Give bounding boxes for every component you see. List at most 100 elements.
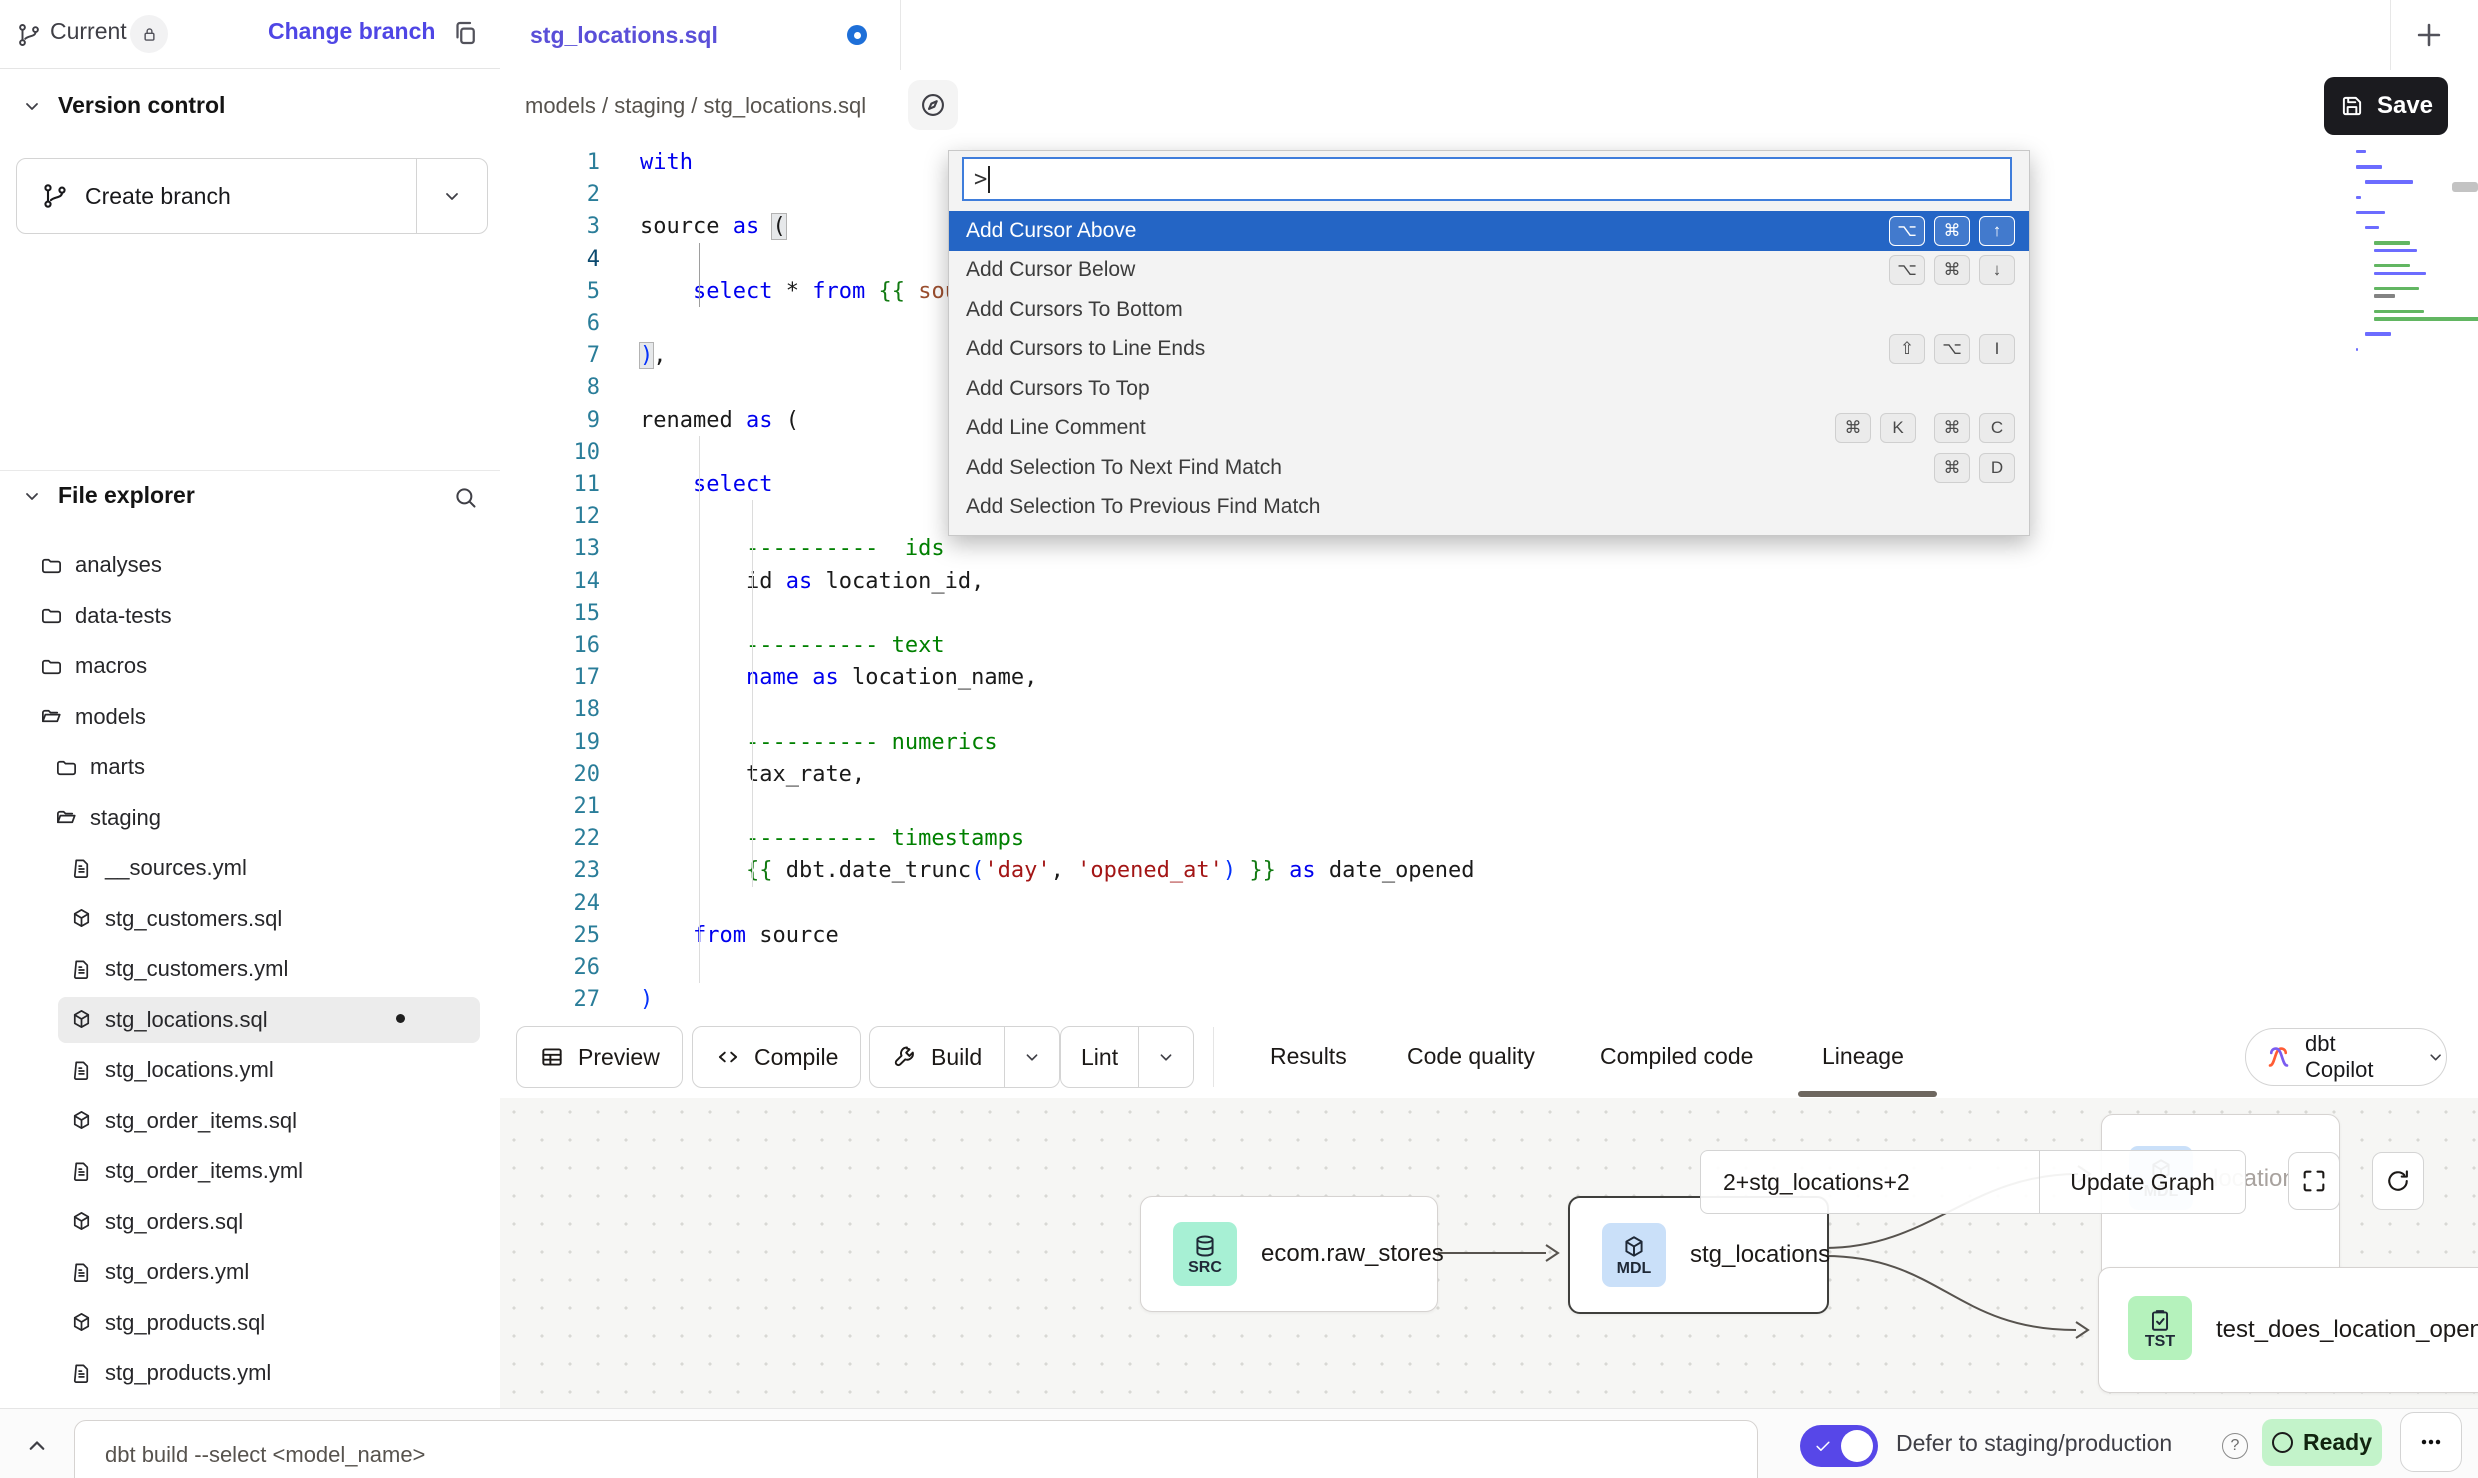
dbt-copilot-button[interactable]: dbt Copilot <box>2245 1028 2447 1086</box>
create-branch-main[interactable]: Create branch <box>17 159 416 233</box>
version-control-header[interactable]: Version control <box>20 92 225 119</box>
change-branch-link[interactable]: Change branch <box>268 18 435 45</box>
palette-item-2[interactable]: Add Cursor Below⌥⌘↓ <box>949 251 2029 291</box>
save-button[interactable]: Save <box>2324 77 2448 135</box>
lint-dropdown[interactable] <box>1138 1027 1193 1087</box>
line-number: 18 <box>500 693 600 726</box>
minimap-line <box>2356 165 2382 168</box>
defer-toggle[interactable] <box>1800 1425 1878 1467</box>
palette-item-9[interactable]: Add Selection To All Find Matches <box>949 527 2029 536</box>
active-tab-underline <box>1798 1091 1937 1097</box>
lineage-selector-bar: 2+stg_locations+2 Update Graph <box>1700 1150 2246 1214</box>
file-row-stg_orders.sql[interactable]: stg_orders.sql <box>0 1197 500 1247</box>
file-row-macros[interactable]: macros <box>0 641 500 691</box>
file-row-stg_locations.yml[interactable]: stg_locations.yml <box>0 1045 500 1095</box>
collapse-panel-icon[interactable] <box>22 1430 52 1460</box>
tab-title: stg_locations.sql <box>530 22 718 49</box>
file-name: stg_locations.sql <box>105 1007 268 1033</box>
results-tab-lineage[interactable]: Lineage <box>1822 1026 1904 1086</box>
keycap: ⌘ <box>1934 255 1970 285</box>
results-tab-code-quality[interactable]: Code quality <box>1407 1026 1535 1086</box>
keycap: K <box>1880 413 1916 443</box>
file-row-marts[interactable]: marts <box>0 742 500 792</box>
navigate-icon-button[interactable] <box>908 80 958 130</box>
line-number: 8 <box>500 371 600 404</box>
code-line-12: 12 <box>500 500 640 533</box>
refresh-icon <box>2384 1167 2412 1195</box>
line-number: 22 <box>500 822 600 855</box>
ready-status-badge[interactable]: Ready <box>2262 1419 2382 1466</box>
lineage-node-test-node[interactable]: TSTtest_does_location_opened_at_trunc_t.… <box>2098 1267 2478 1393</box>
minimap-line <box>2374 317 2478 320</box>
badge-label: MDL <box>1617 1261 1652 1277</box>
compile-button[interactable]: Compile <box>692 1026 861 1088</box>
overflow-menu-button[interactable] <box>2400 1412 2462 1472</box>
code-line-9: 9renamed as ( <box>500 404 799 437</box>
create-branch-label: Create branch <box>85 183 231 210</box>
lint-button[interactable]: Lint <box>1060 1026 1194 1088</box>
file-row-models[interactable]: models <box>0 692 500 742</box>
copy-icon[interactable] <box>450 18 480 48</box>
chevron-down-icon <box>1021 1046 1043 1068</box>
status-ring-icon <box>2272 1432 2293 1453</box>
file-name: stg_products.yml <box>105 1360 271 1386</box>
code-line-13: 13 ---------- ids <box>500 532 945 565</box>
shortcut-keys: ⌘D <box>1934 453 2015 483</box>
lineage-canvas[interactable]: SRCecom.raw_storesMDLstg_locationsMDLloc… <box>500 1098 2478 1408</box>
keycap: ⌥ <box>1889 255 1925 285</box>
build-button[interactable]: Build <box>869 1026 1060 1088</box>
lineage-selector-input[interactable]: 2+stg_locations+2 <box>1701 1151 2040 1213</box>
file-name: models <box>75 704 146 730</box>
line-number: 3 <box>500 210 600 243</box>
file-row-stg_orders.yml[interactable]: stg_orders.yml <box>0 1247 500 1297</box>
help-icon[interactable]: ? <box>2222 1433 2248 1459</box>
file-row-analyses[interactable]: analyses <box>0 540 500 590</box>
file-explorer-header[interactable]: File explorer <box>20 482 195 509</box>
build-dropdown[interactable] <box>1004 1027 1059 1087</box>
file-row-stg_customers.sql[interactable]: stg_customers.sql <box>0 894 500 944</box>
code-line-14: 14 id as location_id, <box>500 565 984 598</box>
file-name: macros <box>75 653 147 679</box>
tab-stg-locations[interactable]: stg_locations.sql <box>500 0 901 70</box>
file-row-stg_customers.yml[interactable]: stg_customers.yml <box>0 944 500 994</box>
file-row-stg_order_items.yml[interactable]: stg_order_items.yml <box>0 1146 500 1196</box>
file-row-__sources.yml[interactable]: __sources.yml <box>0 843 500 893</box>
results-tab-compiled-code[interactable]: Compiled code <box>1600 1026 1753 1086</box>
editor-minimap[interactable] <box>2348 150 2476 440</box>
file-row-data-tests[interactable]: data-tests <box>0 591 500 641</box>
lineage-node-raw-stores[interactable]: SRCecom.raw_stores <box>1140 1196 1438 1312</box>
doc-icon <box>70 1059 93 1082</box>
palette-item-6[interactable]: Add Line Comment⌘K⌘C <box>949 409 2029 449</box>
editor-scrollbar-thumb[interactable] <box>2452 182 2478 192</box>
palette-item-5[interactable]: Add Cursors To Top <box>949 369 2029 409</box>
palette-item-1[interactable]: Add Cursor Above⌥⌘↑ <box>949 211 2029 251</box>
line-number: 11 <box>500 468 600 501</box>
minimap-line <box>2356 150 2366 153</box>
update-graph-button[interactable]: Update Graph <box>2040 1151 2245 1213</box>
palette-item-8[interactable]: Add Selection To Previous Find Match <box>949 488 2029 528</box>
file-name: stg_products.sql <box>105 1310 265 1336</box>
folder-open-icon <box>55 806 78 829</box>
palette-item-4[interactable]: Add Cursors to Line Ends⇧⌥I <box>949 330 2029 370</box>
file-row-staging[interactable]: staging <box>0 793 500 843</box>
line-number: 9 <box>500 404 600 437</box>
new-tab-button[interactable] <box>2412 18 2446 52</box>
dbt-command-input[interactable]: dbt build --select <model_name> <box>74 1420 1758 1478</box>
file-row-stg_products.yml[interactable]: stg_products.yml <box>0 1348 500 1398</box>
keycap: ⌘ <box>1934 216 1970 246</box>
fullscreen-button[interactable] <box>2288 1152 2340 1210</box>
refresh-graph-button[interactable] <box>2372 1152 2424 1210</box>
results-tab-results[interactable]: Results <box>1270 1026 1347 1086</box>
branch-icon <box>16 22 42 48</box>
create-branch-button[interactable]: Create branch <box>16 158 488 234</box>
palette-item-3[interactable]: Add Cursors To Bottom <box>949 290 2029 330</box>
create-branch-dropdown[interactable] <box>416 159 487 233</box>
current-branch-label: Current <box>50 18 127 45</box>
file-row-stg_products.sql[interactable]: stg_products.sql <box>0 1298 500 1348</box>
palette-item-7[interactable]: Add Selection To Next Find Match⌘D <box>949 448 2029 488</box>
command-palette-input[interactable]: > <box>962 157 2012 201</box>
file-search-icon[interactable] <box>452 484 479 511</box>
file-row-stg_order_items.sql[interactable]: stg_order_items.sql <box>0 1096 500 1146</box>
preview-button[interactable]: Preview <box>516 1026 683 1088</box>
file-row-stg_locations.sql[interactable]: stg_locations.sql <box>0 995 500 1045</box>
